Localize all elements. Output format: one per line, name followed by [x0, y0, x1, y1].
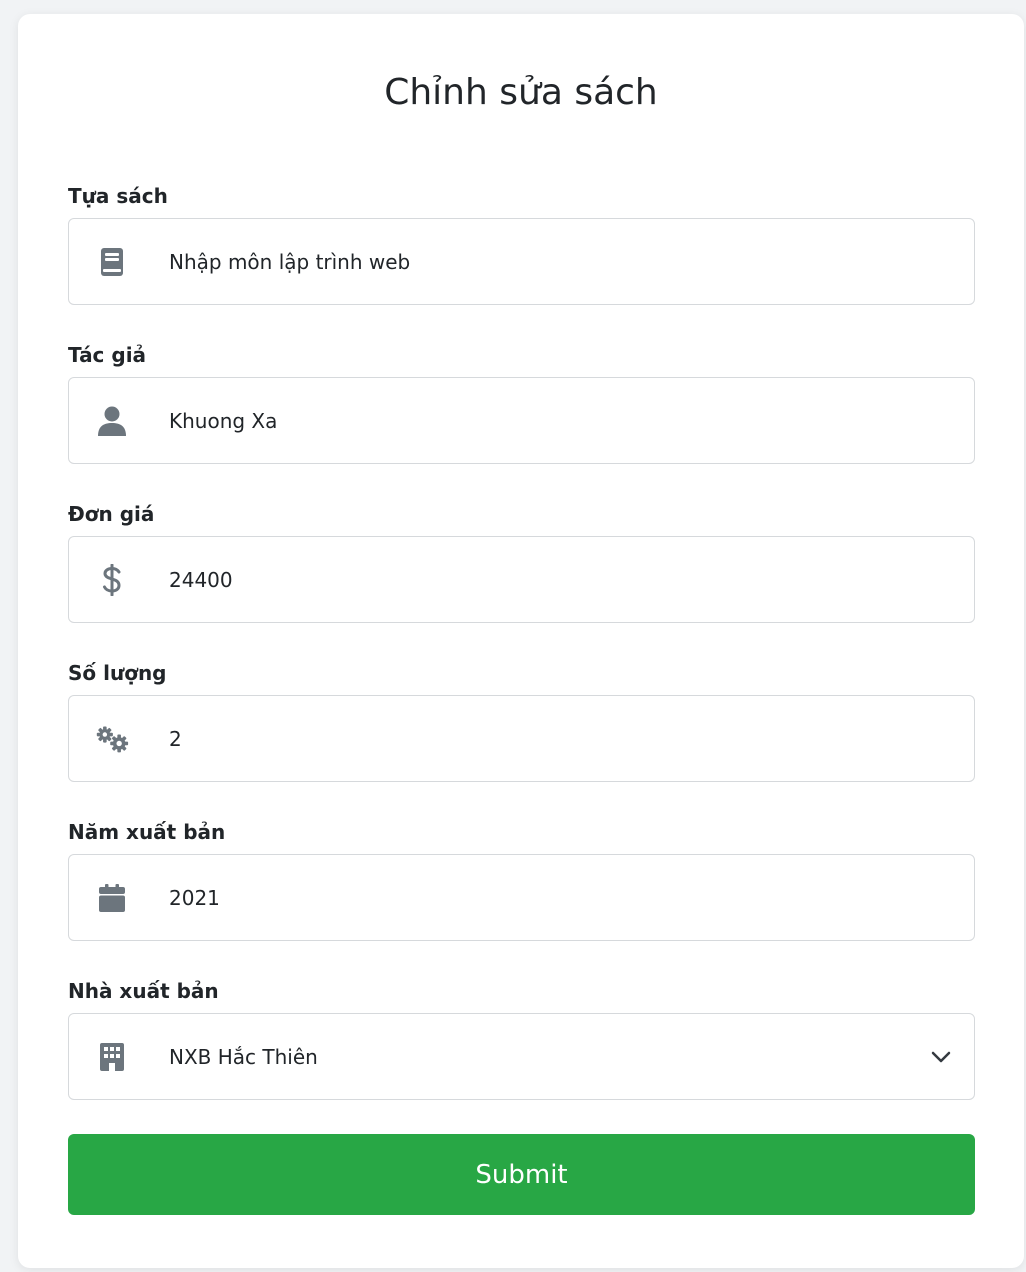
- price-field-group: Đơn giá: [68, 501, 975, 623]
- calendar-icon: [95, 881, 129, 915]
- quantity-input[interactable]: [169, 726, 869, 751]
- chevron-down-icon[interactable]: [930, 1046, 952, 1068]
- publisher-selected-value: NXB Hắc Thiên: [169, 1044, 318, 1069]
- price-input-box[interactable]: [68, 536, 975, 623]
- edit-book-card: Chỉnh sửa sách Tựa sách Tác giả: [18, 14, 1024, 1268]
- quantity-label: Số lượng: [68, 661, 167, 685]
- author-input[interactable]: [169, 408, 869, 433]
- title-input-box[interactable]: [68, 218, 975, 305]
- dollar-icon: [95, 563, 129, 597]
- price-label: Đơn giá: [68, 502, 155, 526]
- year-label: Năm xuất bản: [68, 820, 226, 844]
- edit-book-form: Tựa sách Tác giả: [68, 183, 975, 1215]
- title-label: Tựa sách: [68, 184, 168, 208]
- price-input[interactable]: [169, 567, 869, 592]
- author-field-group: Tác giả: [68, 342, 975, 464]
- year-input[interactable]: [169, 885, 869, 910]
- building-icon: [95, 1040, 129, 1074]
- book-icon: [95, 245, 129, 279]
- author-input-box[interactable]: [68, 377, 975, 464]
- title-input[interactable]: [169, 249, 869, 274]
- submit-button[interactable]: Submit: [68, 1134, 975, 1215]
- gears-icon: [95, 722, 129, 756]
- quantity-input-box[interactable]: [68, 695, 975, 782]
- publisher-field-group: Nhà xuất bản NXB Hắc Thiên: [68, 978, 975, 1100]
- page-title: Chỉnh sửa sách: [384, 72, 658, 113]
- author-label: Tác giả: [68, 343, 147, 367]
- user-icon: [95, 404, 129, 438]
- quantity-field-group: Số lượng: [68, 660, 975, 782]
- year-field-group: Năm xuất bản: [68, 819, 975, 941]
- publisher-select[interactable]: NXB Hắc Thiên: [68, 1013, 975, 1100]
- publisher-label: Nhà xuất bản: [68, 979, 219, 1003]
- year-input-box[interactable]: [68, 854, 975, 941]
- title-field-group: Tựa sách: [68, 183, 975, 305]
